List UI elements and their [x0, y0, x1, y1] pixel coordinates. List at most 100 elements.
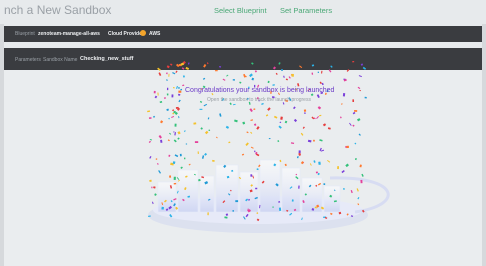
- confetti-piece: [311, 72, 314, 75]
- confetti-piece: [356, 188, 359, 192]
- confetti-piece: [272, 66, 276, 70]
- confetti-piece: [173, 182, 177, 185]
- confetti-piece: [275, 72, 278, 75]
- confetti-piece: [182, 84, 185, 87]
- confetti-piece: [309, 163, 312, 166]
- confetti-piece: [364, 96, 367, 99]
- confetti-piece: [278, 62, 281, 65]
- confetti-piece: [318, 161, 321, 165]
- confetti-piece: [283, 75, 285, 78]
- confetti-piece: [297, 83, 300, 87]
- confetti-piece: [245, 142, 249, 146]
- confetti-piece: [277, 140, 280, 143]
- confetti-piece: [249, 73, 253, 78]
- confetti-piece: [303, 109, 307, 112]
- confetti-piece: [166, 65, 170, 69]
- confetti-piece: [232, 103, 236, 106]
- confetti-piece: [250, 119, 254, 122]
- confetti-piece: [278, 125, 282, 129]
- confetti-piece: [174, 154, 179, 158]
- confetti-piece: [167, 139, 170, 142]
- confetti-piece: [256, 168, 259, 171]
- confetti-piece: [177, 137, 180, 140]
- confetti-piece: [251, 62, 254, 65]
- confetti-piece: [148, 117, 152, 119]
- confetti-piece: [253, 108, 256, 111]
- confetti-piece: [163, 97, 167, 100]
- confetti-piece: [173, 176, 176, 180]
- confetti-piece: [265, 114, 269, 117]
- confetti-piece: [152, 115, 156, 118]
- confetti-piece: [250, 174, 253, 177]
- confetti-piece: [313, 160, 316, 163]
- confetti-piece: [148, 140, 152, 144]
- confetti-piece: [172, 72, 176, 75]
- confetti-piece: [232, 79, 235, 81]
- confetti-piece: [285, 78, 289, 81]
- confetti-piece: [350, 189, 353, 194]
- confetti-piece: [346, 69, 350, 72]
- confetti-piece: [352, 99, 355, 103]
- confetti-piece: [203, 64, 207, 68]
- confetti-piece: [320, 70, 323, 74]
- confetti-piece: [268, 138, 271, 140]
- confetti-piece: [345, 163, 349, 168]
- confetti-piece: [208, 129, 211, 131]
- confetti-piece: [166, 87, 169, 91]
- confetti-piece: [346, 145, 349, 149]
- confetti-piece: [362, 66, 367, 70]
- confetti-piece: [160, 120, 164, 124]
- confetti-piece: [357, 203, 360, 206]
- confetti-piece: [298, 150, 301, 154]
- confetti-piece: [327, 160, 331, 163]
- confetti-piece: [153, 186, 156, 189]
- confetti-piece: [226, 74, 229, 77]
- confetti-piece: [147, 110, 151, 113]
- confetti-piece: [174, 123, 177, 127]
- confetti-piece: [272, 206, 274, 208]
- confetti-piece: [161, 206, 164, 210]
- confetti-piece: [235, 200, 239, 203]
- confetti-piece: [207, 212, 209, 216]
- confetti-piece: [215, 136, 218, 139]
- confetti-piece: [352, 111, 356, 115]
- confetti-piece: [160, 139, 163, 143]
- confetti-piece: [355, 158, 357, 161]
- confetti-piece: [357, 86, 361, 90]
- confetti-piece: [222, 78, 226, 81]
- confetti-piece: [153, 90, 156, 94]
- confetti-piece: [321, 82, 324, 86]
- confetti-piece: [176, 85, 179, 89]
- confetti-piece: [273, 115, 278, 119]
- confetti-piece: [157, 67, 161, 71]
- confetti-piece: [280, 116, 283, 120]
- confetti-piece: [319, 81, 323, 85]
- confetti-piece: [178, 116, 180, 119]
- confetti-piece: [173, 111, 176, 114]
- confetti-piece: [207, 117, 210, 120]
- confetti-piece: [219, 66, 222, 68]
- city-buildings: [157, 159, 341, 213]
- confetti-piece: [311, 64, 315, 67]
- confetti-piece: [234, 119, 238, 123]
- confetti-piece: [342, 92, 346, 97]
- confetti-piece: [341, 103, 343, 105]
- confetti-piece: [204, 130, 209, 135]
- confetti-piece: [317, 172, 320, 176]
- confetti-piece: [149, 179, 152, 182]
- confetti-piece: [251, 77, 255, 81]
- confetti-piece: [169, 175, 172, 178]
- confetti-piece: [168, 73, 170, 77]
- confetti-piece: [159, 101, 163, 104]
- confetti-piece: [151, 186, 153, 189]
- confetti-piece: [337, 166, 339, 170]
- confetti-piece: [230, 189, 232, 192]
- confetti-piece: [293, 118, 298, 123]
- confetti-piece: [354, 110, 358, 112]
- confetti-piece: [149, 139, 153, 141]
- confetti-piece: [291, 199, 294, 202]
- confetti-piece: [199, 108, 203, 110]
- confetti-piece: [228, 141, 231, 144]
- confetti-piece: [204, 152, 208, 156]
- confetti-piece: [361, 173, 364, 177]
